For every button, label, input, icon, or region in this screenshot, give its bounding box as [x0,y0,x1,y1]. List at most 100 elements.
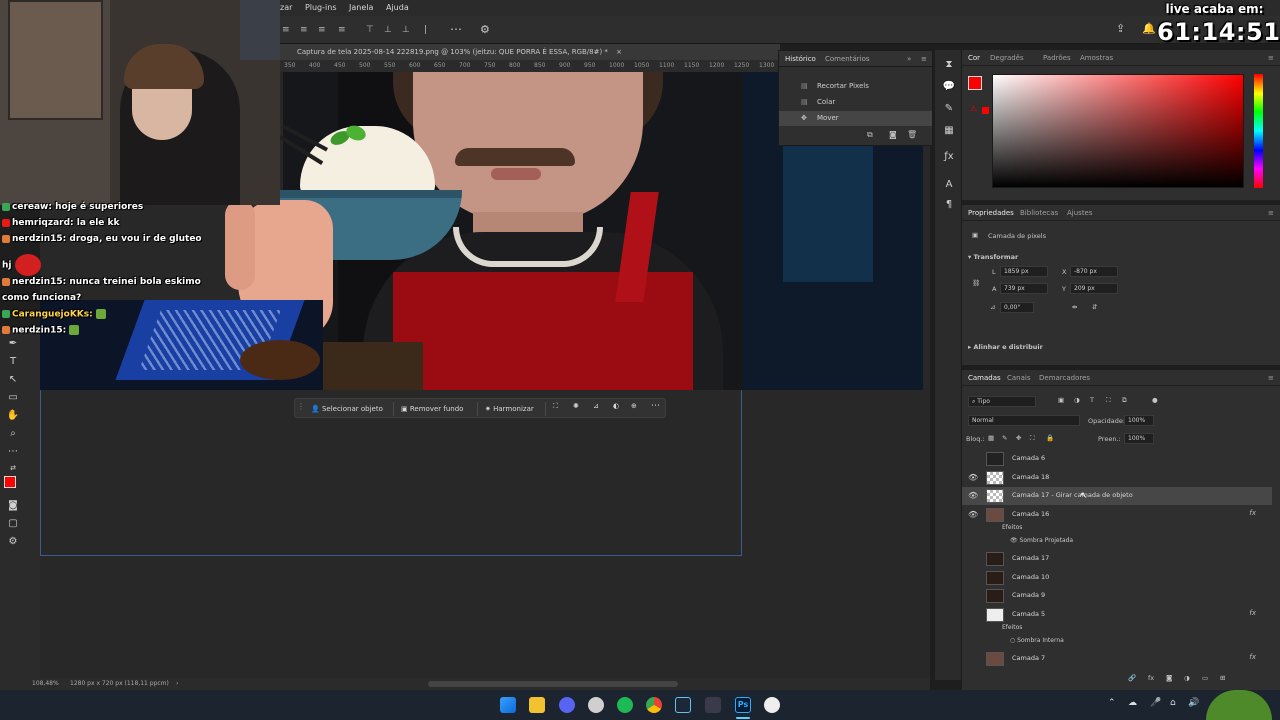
filter-type-icon[interactable]: T [1090,396,1094,404]
flip-horizontal-icon[interactable]: ⇹ [1072,303,1077,311]
link-icon[interactable]: ⛓ [972,279,980,287]
distribute-vertical-icon[interactable]: | [424,25,427,35]
fx-icon[interactable]: fx [1249,609,1256,617]
width-field[interactable]: 1859 px [1000,266,1048,277]
spotify-icon[interactable] [617,697,633,713]
swatch-icon[interactable]: ▦ [942,124,956,138]
lock-position-icon[interactable]: ✥ [1016,434,1021,442]
foreground-color-swatch[interactable] [968,76,982,90]
layer-filter-select[interactable]: ⌕ Tipo [968,396,1036,407]
hand-tool-icon[interactable]: ✋ [6,410,20,422]
network-icon[interactable]: ⌂ [1170,698,1176,708]
hue-slider[interactable] [1254,74,1263,188]
eye-icon[interactable]: 👁 [968,491,978,501]
paragraph-icon[interactable]: ¶ [942,198,956,212]
tab-patterns[interactable]: Padrões [1043,54,1071,62]
tab-paths[interactable]: Demarcadores [1039,374,1090,382]
steam-icon[interactable] [675,697,691,713]
styles-icon[interactable]: ƒx [942,150,956,164]
snapshot-icon[interactable]: ◙ [889,130,897,139]
screen-mode-icon[interactable]: ▢ [6,518,20,530]
lock-pixels-icon[interactable]: ✎ [1002,434,1007,442]
layer-row[interactable]: Camada 17 [962,550,1272,568]
volume-icon[interactable]: 🔊 [1188,698,1199,708]
more-tools-icon[interactable]: ⋯ [6,446,20,458]
fx-icon[interactable]: fx [1249,509,1256,517]
lock-transparent-icon[interactable]: ▦ [988,434,994,442]
layer-row[interactable]: Camada 10 [962,569,1272,587]
share-icon[interactable]: ⇪ [1116,22,1125,35]
panel-menu-icon[interactable]: ≡ [921,55,927,63]
history-item[interactable]: ▤ Recortar Pixels [779,79,932,94]
eye-icon[interactable]: 👁 [968,473,978,483]
lock-artboard-icon[interactable]: ⛶ [1030,434,1035,443]
effect-drop-shadow[interactable]: 👁 Sombra Projetada [1010,537,1073,544]
effect-inner-shadow[interactable]: ○ Sombra Interna [1010,637,1064,644]
trash-icon[interactable]: 🗑 [907,130,917,139]
zoom-tool-icon[interactable]: ⌕ [6,428,20,440]
menu-item-janela[interactable]: Janela [349,3,373,12]
photoshop-icon[interactable]: Ps [735,697,751,713]
group-icon[interactable]: ▭ [1202,674,1208,682]
tray-overflow-icon[interactable]: ⌃ [1108,698,1116,708]
select-object-button[interactable]: 👤 Selecionar objeto [307,402,387,416]
remove-background-button[interactable]: ▣ Remover fundo [397,402,467,416]
filter-smart-icon[interactable]: ⧉ [1122,396,1127,405]
document-tab[interactable]: Captura de tela 2025-08-14 222819.png @ … [280,44,780,60]
panel-menu-icon[interactable]: ≡ [1268,209,1274,217]
opacity-field[interactable]: 100% [1124,415,1154,426]
filter-shape-icon[interactable]: ⛶ [1106,396,1111,405]
tab-channels[interactable]: Canais [1007,374,1031,382]
expand-icon[interactable]: » [907,55,911,63]
align-middle-icon[interactable]: ⊥ [384,25,392,35]
rectangle-tool-icon[interactable]: ▭ [6,392,20,404]
layer-row[interactable]: Camada 7 fx [962,650,1272,668]
lock-all-icon[interactable]: 🔒 [1046,434,1054,442]
media-icon[interactable] [764,697,780,713]
path-select-icon[interactable]: ↖ [6,374,20,386]
close-tab-icon[interactable]: × [616,48,622,56]
notifications-icon[interactable]: 🔔 [1142,22,1156,35]
swap-colors-icon[interactable]: ⇄ [6,462,20,474]
fx-icon[interactable]: fx [1249,653,1256,661]
history-item-selected[interactable]: ✥ Mover [779,111,932,126]
tab-comments[interactable]: Comentários [825,55,870,63]
horizontal-scrollbar[interactable] [428,681,678,687]
foreground-color[interactable] [4,476,16,488]
menu-item-ajuda[interactable]: Ajuda [386,3,409,12]
distribute-icon[interactable]: ≡ [338,25,346,35]
fill-field[interactable]: 100% [1124,433,1154,444]
eye-icon[interactable]: 👁 [968,510,978,520]
tab-color[interactable]: Cor [968,54,980,62]
mask-icon[interactable]: ⛶ [553,402,558,411]
history-icon[interactable]: ⧗ [942,58,956,72]
tab-adjustments[interactable]: Ajustes [1067,209,1093,217]
link-layers-icon[interactable]: 🔗 [1128,674,1136,682]
align-bottom-icon[interactable]: ⊥ [402,25,410,35]
angle-field[interactable]: 0,00° [1000,302,1034,313]
align-center-icon[interactable]: ≡ [300,25,308,35]
blend-mode-select[interactable]: Normal [968,415,1080,426]
zoom-level[interactable]: 108,48% [32,678,59,690]
layer-row-selected[interactable]: 👁 Camada 17 - Girar camada de objeto ↖ [962,487,1272,505]
tab-layers[interactable]: Camadas [968,374,1001,382]
discord-icon[interactable] [559,697,575,713]
filter-adjustment-icon[interactable]: ◑ [1074,396,1080,404]
status-chevron-icon[interactable]: › [176,678,178,690]
quick-mask-icon[interactable]: ◙ [6,500,20,512]
height-field[interactable]: 739 px [1000,283,1048,294]
panel-menu-icon[interactable]: ≡ [1268,54,1274,62]
windows-start-icon[interactable] [500,697,516,713]
filter-toggle-icon[interactable]: ● [1152,396,1158,404]
align-right-icon[interactable]: ≡ [318,25,326,35]
layer-row[interactable]: 👁 Camada 16 fx [962,506,1272,524]
align-top-icon[interactable]: ⊤ [366,25,374,35]
brush-icon[interactable]: ✎ [942,102,956,116]
more-options-icon[interactable]: ⋯ [450,22,462,36]
chrome-icon[interactable] [646,697,662,713]
adjust-icon[interactable]: ✺ [573,402,579,410]
color-field[interactable] [992,74,1244,188]
type-tool-icon[interactable]: T [6,356,20,368]
align-section-title[interactable]: ▸ Alinhar e distribuir [968,343,1043,351]
y-field[interactable]: 209 px [1070,283,1118,294]
